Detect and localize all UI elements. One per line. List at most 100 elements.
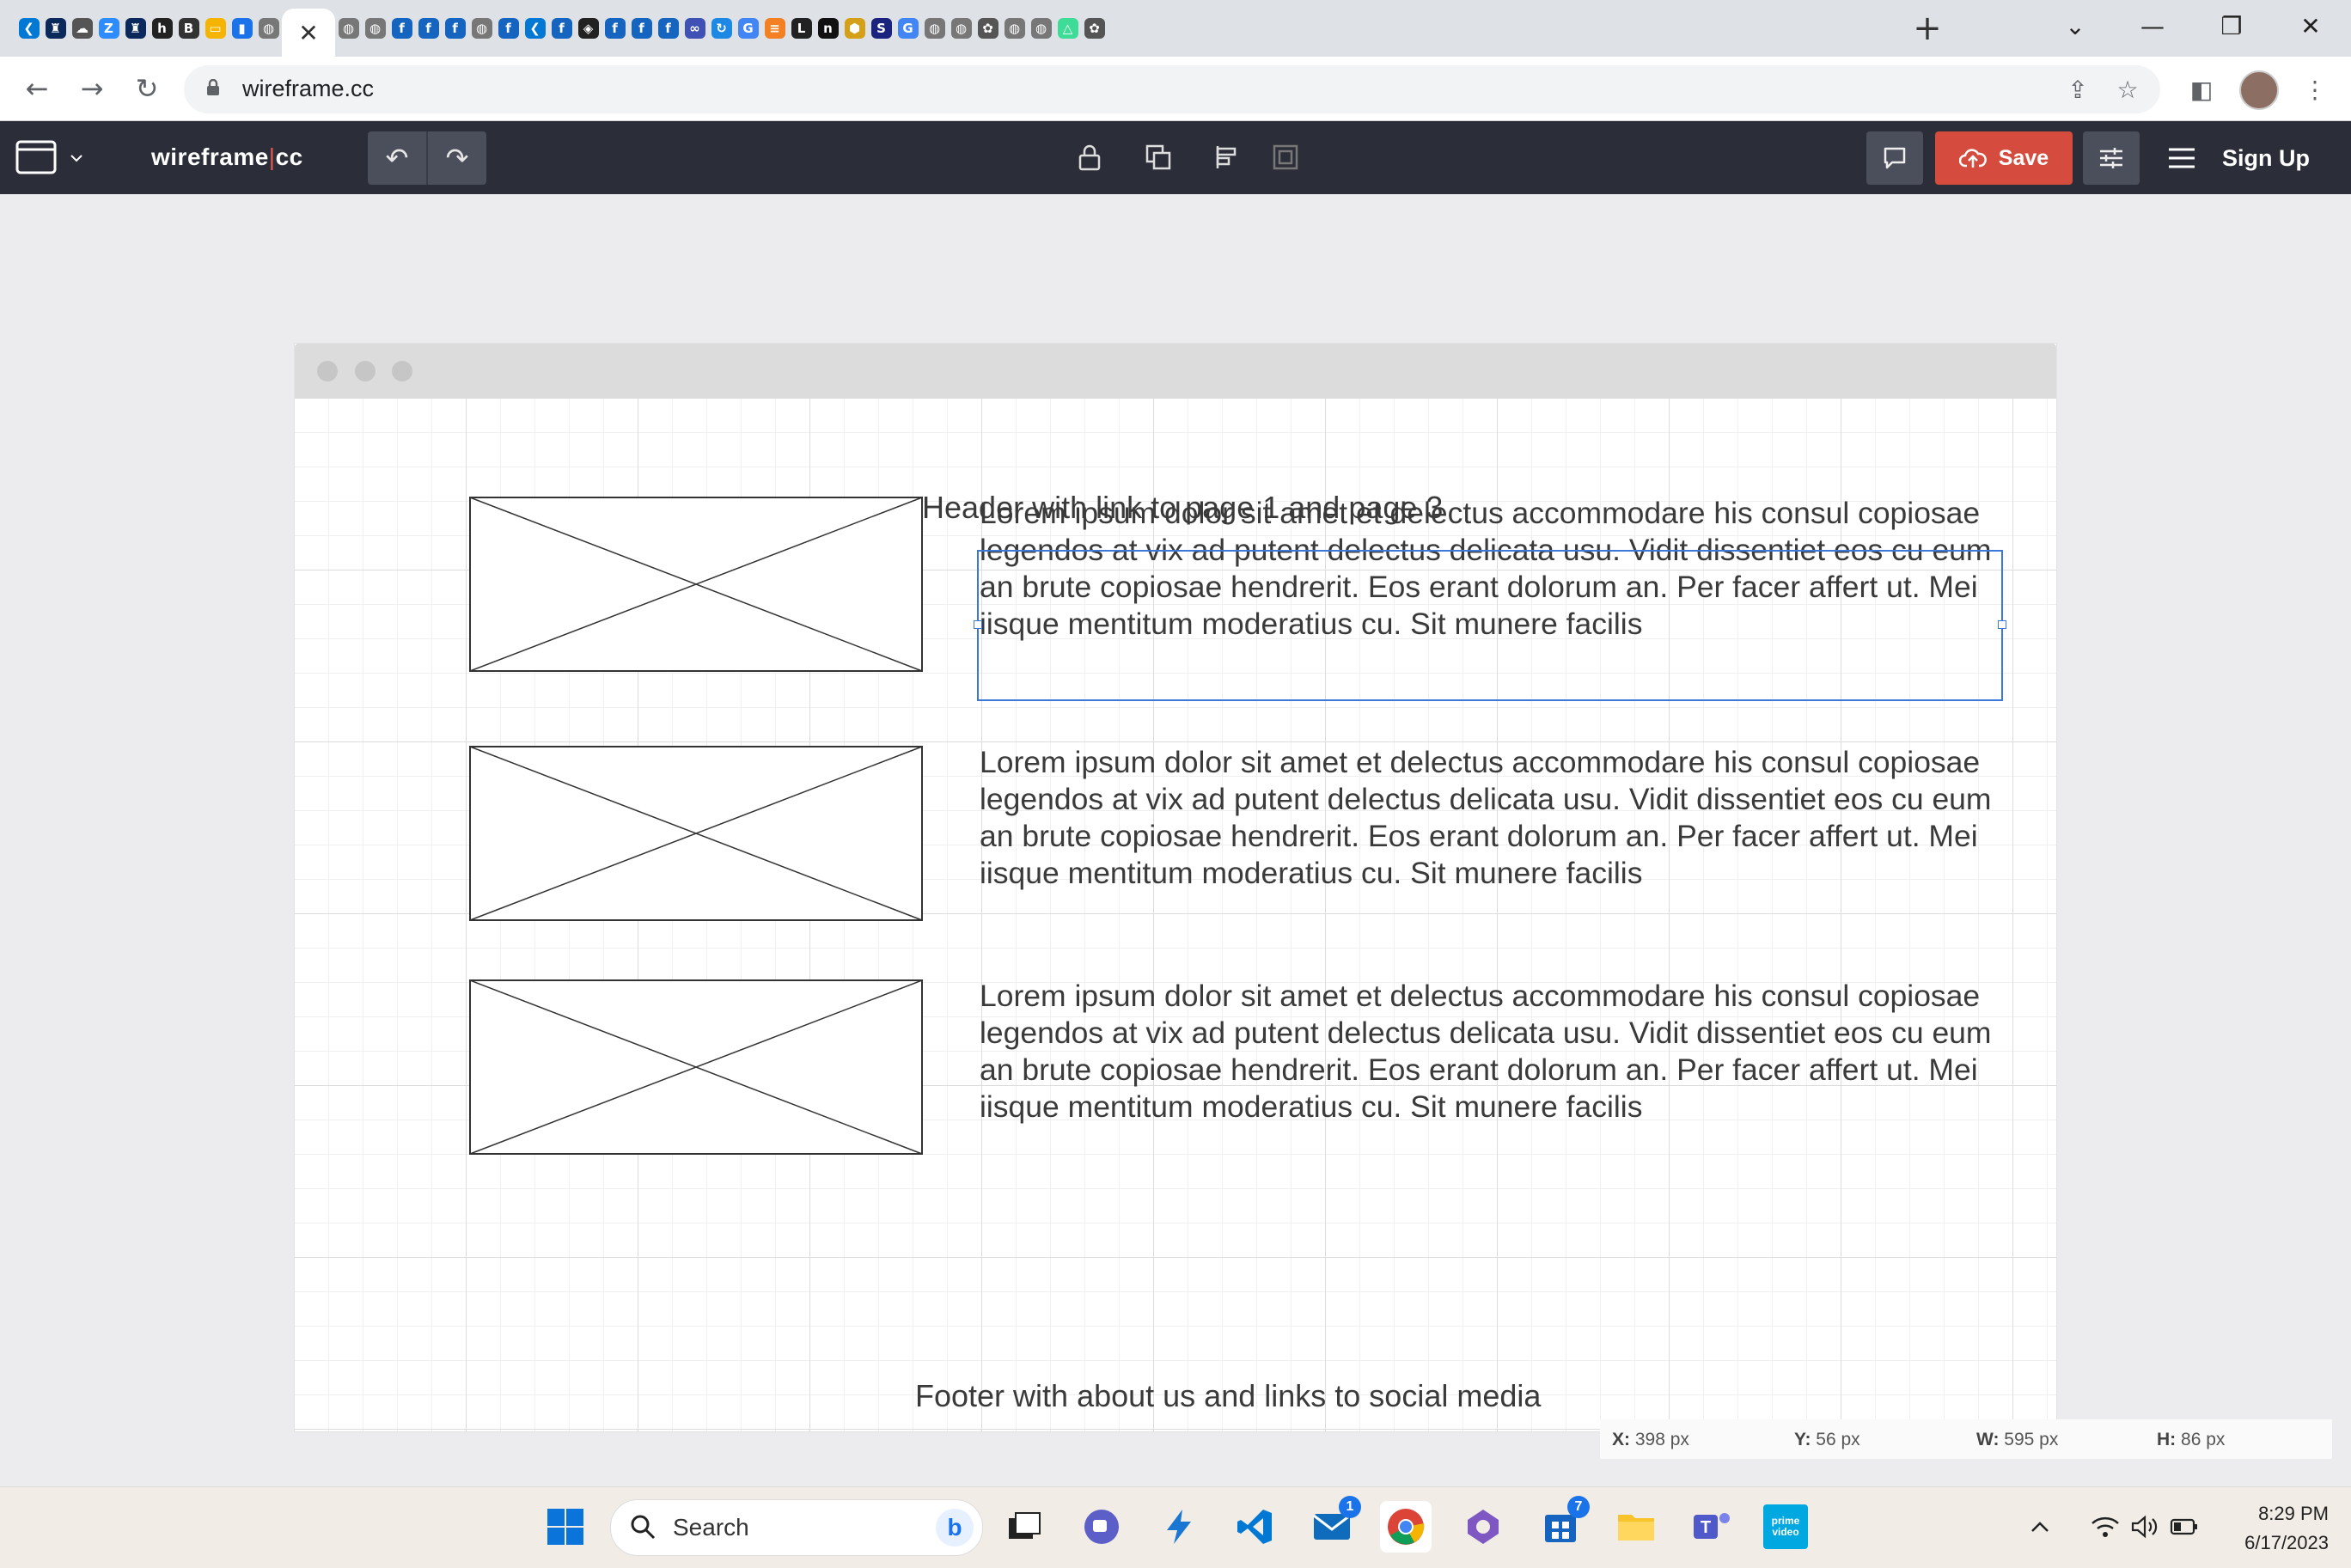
- resize-handle-left[interactable]: [974, 620, 982, 629]
- volume-icon[interactable]: [2128, 1501, 2162, 1553]
- teams-icon[interactable]: T: [1686, 1501, 1737, 1553]
- globe-tab-icon-6[interactable]: ◍: [948, 9, 974, 48]
- taskbar-search-box[interactable]: Search b: [610, 1499, 983, 1556]
- figma-f-tab-icon-6[interactable]: f: [601, 9, 628, 48]
- paragraph-text[interactable]: Lorem ipsum dolor sit amet et delectus a…: [980, 744, 2002, 892]
- figma-f-tab-icon[interactable]: f: [388, 9, 415, 48]
- globe-tab-icon-4[interactable]: ◍: [468, 9, 495, 48]
- minimize-button[interactable]: —: [2114, 0, 2191, 52]
- profile-avatar[interactable]: [2239, 70, 2279, 110]
- globe-tab-icon[interactable]: ◍: [255, 9, 282, 48]
- sync-tab-icon[interactable]: ↻: [708, 9, 735, 48]
- sign-up-link[interactable]: Sign Up: [2222, 145, 2310, 172]
- figma-f-tab-icon-7[interactable]: f: [628, 9, 655, 48]
- byu-idaho-tab-icon[interactable]: B: [175, 9, 202, 48]
- align-icon[interactable]: [1210, 140, 1244, 174]
- infinity-tab-icon[interactable]: ∞: [681, 9, 708, 48]
- hamburger-menu-icon[interactable]: [2167, 143, 2196, 173]
- restore-button[interactable]: ❐: [2193, 0, 2270, 52]
- vscode-tab-icon[interactable]: ❮: [15, 9, 42, 48]
- close-window-button[interactable]: ✕: [2272, 0, 2349, 52]
- chatgpt-tab-icon-2[interactable]: ✿: [1081, 9, 1108, 48]
- bing-icon[interactable]: b: [936, 1509, 974, 1547]
- new-tab-button[interactable]: +: [1906, 7, 1949, 50]
- lightning-app-icon[interactable]: [1153, 1501, 1205, 1553]
- save-button[interactable]: Save: [1935, 131, 2073, 185]
- globe-tab-icon-2[interactable]: ◍: [335, 9, 362, 48]
- chart-tab-icon[interactable]: ▮: [229, 9, 255, 48]
- prime-video-icon[interactable]: prime video: [1760, 1501, 1811, 1553]
- byu-tab-icon[interactable]: ♜: [42, 9, 69, 48]
- mail-icon[interactable]: 1: [1306, 1496, 1361, 1553]
- side-panel-icon[interactable]: ◧: [2186, 74, 2217, 105]
- kebab-menu-icon[interactable]: ⋮: [2299, 74, 2330, 105]
- system-clock[interactable]: 8:29 PM 6/17/2023: [2217, 1499, 2329, 1558]
- redo-button[interactable]: ↷: [428, 131, 486, 185]
- globe-tab-icon-5[interactable]: ◍: [921, 9, 948, 48]
- globe-tab-icon-8[interactable]: ◍: [1028, 9, 1054, 48]
- start-windows-icon[interactable]: [540, 1501, 591, 1553]
- globe-tab-icon-7[interactable]: ◍: [1001, 9, 1028, 48]
- store-icon[interactable]: 7: [1535, 1496, 1590, 1553]
- image-placeholder[interactable]: [469, 746, 923, 921]
- duplicate-icon[interactable]: [1141, 140, 1176, 174]
- lock-tool-icon[interactable]: [1072, 140, 1107, 174]
- wireframe-canvas-grid[interactable]: Header with link to page 1 and page 3 Lo…: [295, 399, 2056, 1431]
- stackoverflow-tab-icon[interactable]: ≡: [761, 9, 788, 48]
- back-button[interactable]: ←: [17, 69, 57, 108]
- undo-button[interactable]: ↶: [368, 131, 426, 185]
- zoom-tab-icon[interactable]: Z: [95, 9, 122, 48]
- vscode-tab-icon-2[interactable]: ❮: [522, 9, 548, 48]
- active-tab[interactable]: ✕: [282, 9, 335, 57]
- n-tab-icon[interactable]: n: [815, 9, 841, 48]
- vscode-icon[interactable]: [1229, 1501, 1280, 1553]
- comment-button[interactable]: [1866, 131, 1923, 185]
- copilot-icon[interactable]: [1457, 1501, 1509, 1553]
- image-placeholder[interactable]: [469, 497, 923, 672]
- share-icon[interactable]: ⇪: [2062, 74, 2093, 105]
- l-tab-icon[interactable]: L: [788, 9, 815, 48]
- file-explorer-icon[interactable]: [1610, 1501, 1662, 1553]
- globe-tab-icon-3[interactable]: ◍: [362, 9, 388, 48]
- forward-button[interactable]: →: [72, 69, 112, 108]
- hu-tab-icon[interactable]: h: [149, 9, 175, 48]
- figma-f-tab-icon-8[interactable]: f: [655, 9, 681, 48]
- chrome-icon[interactable]: [1380, 1501, 1432, 1553]
- chatgpt-tab-icon[interactable]: ✿: [974, 9, 1001, 48]
- figma-f-tab-icon-5[interactable]: f: [548, 9, 575, 48]
- figma-f-tab-icon-3[interactable]: f: [442, 9, 468, 48]
- cloud-tab-icon[interactable]: ☁: [69, 9, 95, 48]
- wireframe-browser-frame[interactable]: Header with link to page 1 and page 3 Lo…: [295, 344, 2056, 1431]
- figma-f-tab-icon-2[interactable]: f: [415, 9, 442, 48]
- drive-tab-icon[interactable]: △: [1054, 9, 1081, 48]
- google-tab-icon[interactable]: G: [735, 9, 761, 48]
- s-tab-icon[interactable]: S: [868, 9, 895, 48]
- tab-close-icon[interactable]: ✕: [298, 19, 318, 47]
- chat-icon[interactable]: [1076, 1501, 1127, 1553]
- wifi-icon[interactable]: [2088, 1501, 2122, 1553]
- resize-handle-right[interactable]: [1998, 620, 2006, 629]
- selection-box[interactable]: [974, 550, 2006, 701]
- page-menu-chevron-icon[interactable]: [69, 152, 84, 164]
- app-logo[interactable]: wireframe|cc: [151, 143, 303, 171]
- byu-tab-icon-2[interactable]: ♜: [122, 9, 149, 48]
- bookmark-star-icon[interactable]: ☆: [2112, 74, 2143, 105]
- image-placeholder[interactable]: [469, 979, 923, 1155]
- google-tab-icon-2[interactable]: G: [895, 9, 921, 48]
- paragraph-text[interactable]: Lorem ipsum dolor sit amet et delectus a…: [980, 978, 2002, 1126]
- task-view-icon[interactable]: [998, 1501, 1050, 1553]
- slides-tab-icon[interactable]: ▭: [202, 9, 229, 48]
- battery-icon[interactable]: [2167, 1501, 2201, 1553]
- search-placeholder: Search: [673, 1514, 749, 1541]
- show-hidden-icons-chevron-icon[interactable]: [2024, 1501, 2055, 1553]
- reload-button[interactable]: ↻: [127, 69, 167, 108]
- figma-f-tab-icon-4[interactable]: f: [495, 9, 522, 48]
- arrange-icon[interactable]: [1268, 140, 1303, 174]
- cube-tab-icon[interactable]: ◈: [575, 9, 601, 48]
- tab-search-chevron-icon[interactable]: ⌄: [2037, 0, 2114, 52]
- page-icon[interactable]: [15, 140, 58, 176]
- hex-tab-icon[interactable]: ⬢: [841, 9, 868, 48]
- address-bar[interactable]: wireframe.cc ⇪ ☆: [184, 65, 2160, 113]
- settings-button[interactable]: [2083, 131, 2140, 185]
- wireframe-footer-text[interactable]: Footer with about us and links to social…: [915, 1378, 1541, 1414]
